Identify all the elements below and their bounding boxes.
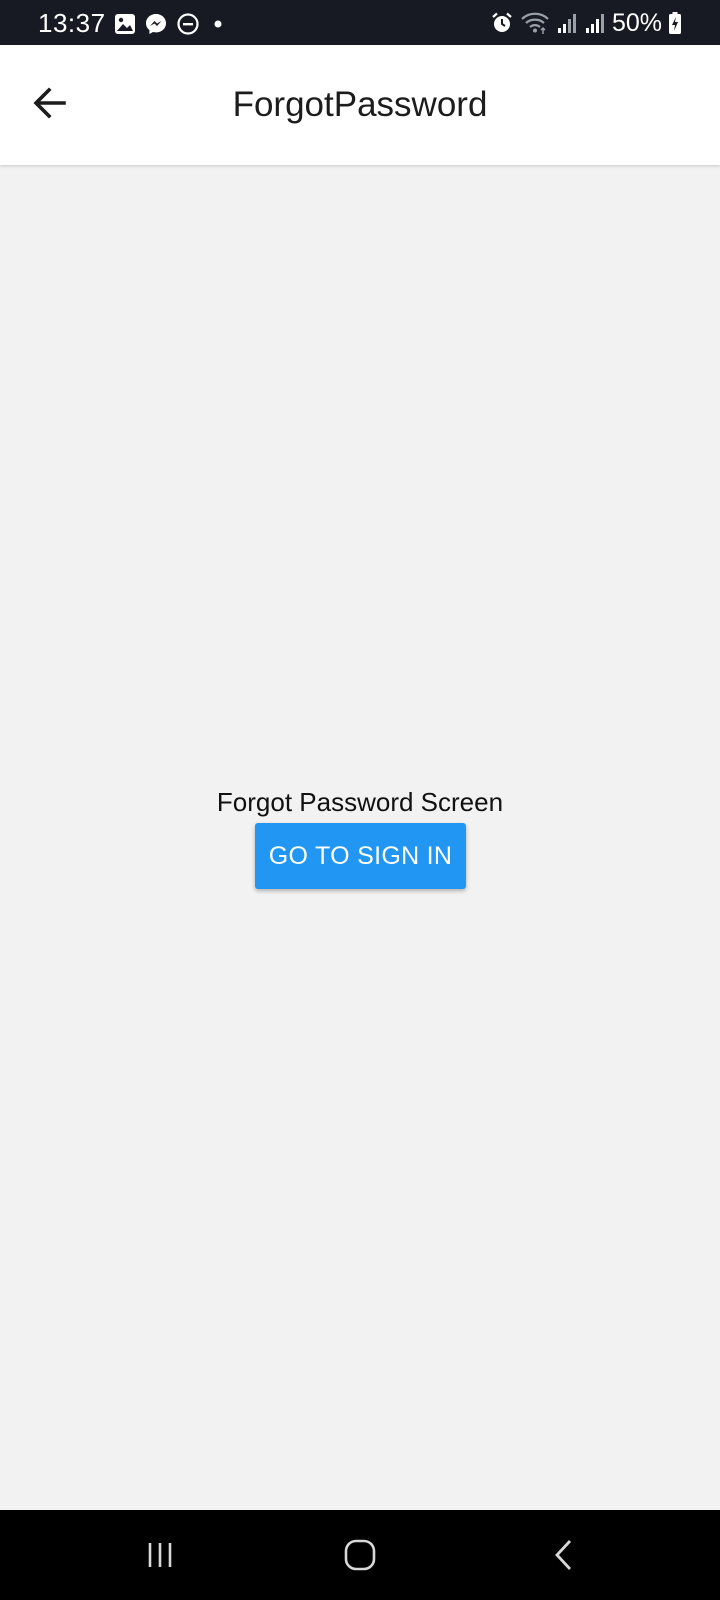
go-to-sign-in-button[interactable]: GO TO SIGN IN — [255, 823, 466, 889]
battery-charging-icon — [669, 12, 681, 34]
alarm-icon — [492, 12, 512, 32]
back-icon — [555, 1540, 572, 1570]
recent-apps-button[interactable] — [130, 1530, 190, 1580]
home-button[interactable] — [330, 1530, 390, 1580]
home-icon — [344, 1539, 376, 1571]
page-title: ForgotPassword — [232, 85, 488, 124]
status-bar: 13:37 50% — [0, 0, 720, 45]
main-content: Forgot Password Screen GO TO SIGN IN — [0, 165, 720, 1510]
dot-icon — [214, 20, 222, 28]
messenger-icon — [146, 14, 166, 34]
wifi-icon — [521, 12, 549, 34]
signal-icon — [557, 14, 576, 33]
recent-apps-icon — [148, 1543, 172, 1567]
app-bar: ForgotPassword — [0, 45, 720, 165]
gallery-icon — [115, 14, 135, 34]
do-not-disturb-icon — [177, 13, 199, 35]
nav-bar — [0, 1510, 720, 1600]
status-notification-icons — [114, 12, 228, 36]
screen-label: Forgot Password Screen — [216, 787, 504, 817]
signal-icon — [585, 14, 604, 33]
status-system-icons: 50% — [490, 10, 682, 36]
battery-percent: 50% — [611, 9, 662, 37]
system-back-button[interactable] — [534, 1530, 594, 1580]
screen: 13:37 50% ForgotPassword Forgot Password… — [0, 0, 720, 1600]
status-time: 13:37 — [38, 8, 106, 38]
